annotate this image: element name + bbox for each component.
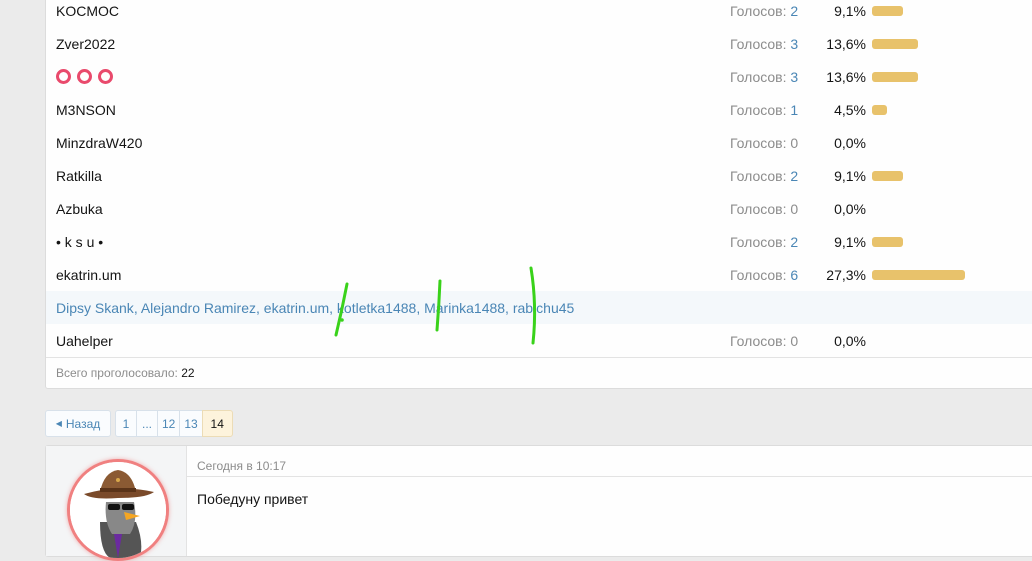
voters-list: Dipsy Skank, Alejandro Ramirez, ekatrin.… <box>56 299 575 316</box>
vote-count-link[interactable]: 3 <box>790 36 798 52</box>
vote-bar <box>872 171 903 181</box>
total-votes-value: 22 <box>181 366 195 380</box>
vote-bar <box>872 39 918 49</box>
voter-link[interactable]: Dipsy Skank <box>56 300 134 316</box>
option-name: • k s u • <box>56 233 104 250</box>
pagination: ◀ Назад 1 ... 12 13 14 <box>45 410 233 437</box>
circle-icon <box>56 69 71 84</box>
option-name: Uahelper <box>56 332 113 349</box>
vote-bar <box>872 6 903 16</box>
vote-percent: 9,1% <box>834 167 866 184</box>
vote-count: Голосов: 0 <box>730 200 799 217</box>
page-link-1[interactable]: 1 <box>115 410 137 437</box>
poll-option-row: • k s u • Голосов: 2 9,1% <box>45 225 1032 258</box>
vote-percent: 13,6% <box>826 35 866 52</box>
divider <box>187 476 1032 477</box>
voter-link[interactable]: Marinka1488 <box>424 300 505 316</box>
vote-count: Голосов: 2 <box>730 233 799 250</box>
poll-option-row: Ratkilla Голосов: 2 9,1% <box>45 159 1032 192</box>
vote-bar <box>872 270 965 280</box>
vote-count-link[interactable]: 1 <box>790 102 798 118</box>
voter-link[interactable]: kotletka1488 <box>337 300 416 316</box>
vote-count-link[interactable]: 2 <box>790 168 798 184</box>
avatar[interactable] <box>67 459 169 561</box>
poll-option-row: KOCMOC Голосов: 2 9,1% <box>45 0 1032 27</box>
vote-count-link[interactable]: 2 <box>790 234 798 250</box>
vote-count-link[interactable]: 3 <box>790 69 798 85</box>
vote-percent: 9,1% <box>834 233 866 250</box>
voters-list-row: Dipsy Skank, Alejandro Ramirez, ekatrin.… <box>46 291 1032 324</box>
vote-count-link[interactable]: 6 <box>790 267 798 283</box>
total-votes-label: Всего проголосовало: <box>56 366 178 380</box>
post-user-column <box>46 446 187 561</box>
vote-count-link[interactable]: 2 <box>790 3 798 19</box>
avatar-image <box>70 462 166 558</box>
voter-link[interactable]: ekatrin.um <box>264 300 329 316</box>
forum-post: Сегодня в 10:17 Победуну привет <box>45 445 1032 561</box>
poll-option-row: Azbuka Голосов: 0 0,0% <box>45 192 1032 225</box>
vote-bar <box>872 237 903 247</box>
poll-option-row: MinzdraW420 Голосов: 0 0,0% <box>45 126 1032 159</box>
vote-count-value: 0 <box>790 200 799 217</box>
option-name: Zver2022 <box>56 35 116 52</box>
page-link-12[interactable]: 12 <box>157 410 181 437</box>
option-name: Azbuka <box>56 200 103 217</box>
total-votes: Всего проголосовало: 22 <box>56 366 195 380</box>
vote-count: Голосов: 1 <box>730 101 799 118</box>
option-name: ekatrin.um <box>56 266 122 283</box>
vote-count: Голосов: 3 <box>730 68 799 85</box>
vote-count: Голосов: 2 <box>730 167 799 184</box>
vote-percent: 27,3% <box>826 266 866 283</box>
poll-option-row: Uahelper Голосов: 0 0,0% <box>45 324 1032 357</box>
vote-count: Голосов: 2 <box>730 2 799 19</box>
vote-count-value: 0 <box>790 134 799 151</box>
triangle-left-icon: ◀ <box>55 419 62 428</box>
divider <box>46 357 1032 358</box>
page-current: 14 <box>201 410 233 437</box>
vote-bar <box>872 105 887 115</box>
vote-percent: 0,0% <box>834 332 866 349</box>
prev-page-button[interactable]: ◀ Назад <box>45 410 111 437</box>
option-name: MinzdraW420 <box>56 134 143 151</box>
vote-percent: 0,0% <box>834 200 866 217</box>
voter-link[interactable]: rabichu45 <box>513 300 575 316</box>
option-name: M3NSON <box>56 101 116 118</box>
vote-bar <box>872 72 918 82</box>
circle-icon <box>98 69 113 84</box>
page-ellipsis[interactable]: ... <box>136 410 158 437</box>
option-name: KOCMOC <box>56 2 119 19</box>
page-link-13[interactable]: 13 <box>179 410 203 437</box>
poll-option-row: Zver2022 Голосов: 3 13,6% <box>45 27 1032 60</box>
vote-percent: 9,1% <box>834 2 866 19</box>
poll-option-row: Голосов: 3 13,6% <box>45 60 1032 93</box>
vote-percent: 0,0% <box>834 134 866 151</box>
post-message: Победуну привет <box>197 491 309 507</box>
poll-option-row: ekatrin.um Голосов: 6 27,3% <box>45 258 1032 291</box>
vote-count: Голосов: 3 <box>730 35 799 52</box>
poll-option-row: M3NSON Голосов: 1 4,5% <box>45 93 1032 126</box>
vote-count: Голосов: 0 <box>730 332 799 349</box>
vote-count-value: 0 <box>790 332 799 349</box>
vote-percent: 13,6% <box>826 68 866 85</box>
vote-percent: 4,5% <box>834 101 866 118</box>
circle-icon <box>77 69 92 84</box>
vote-count: Голосов: 0 <box>730 134 799 151</box>
vote-count: Голосов: 6 <box>730 266 799 283</box>
post-date[interactable]: Сегодня в 10:17 <box>197 459 286 473</box>
prev-page-label: Назад <box>65 416 101 431</box>
option-name-circles <box>56 69 113 84</box>
voter-link[interactable]: Alejandro Ramirez <box>141 300 256 316</box>
option-name: Ratkilla <box>56 167 102 184</box>
